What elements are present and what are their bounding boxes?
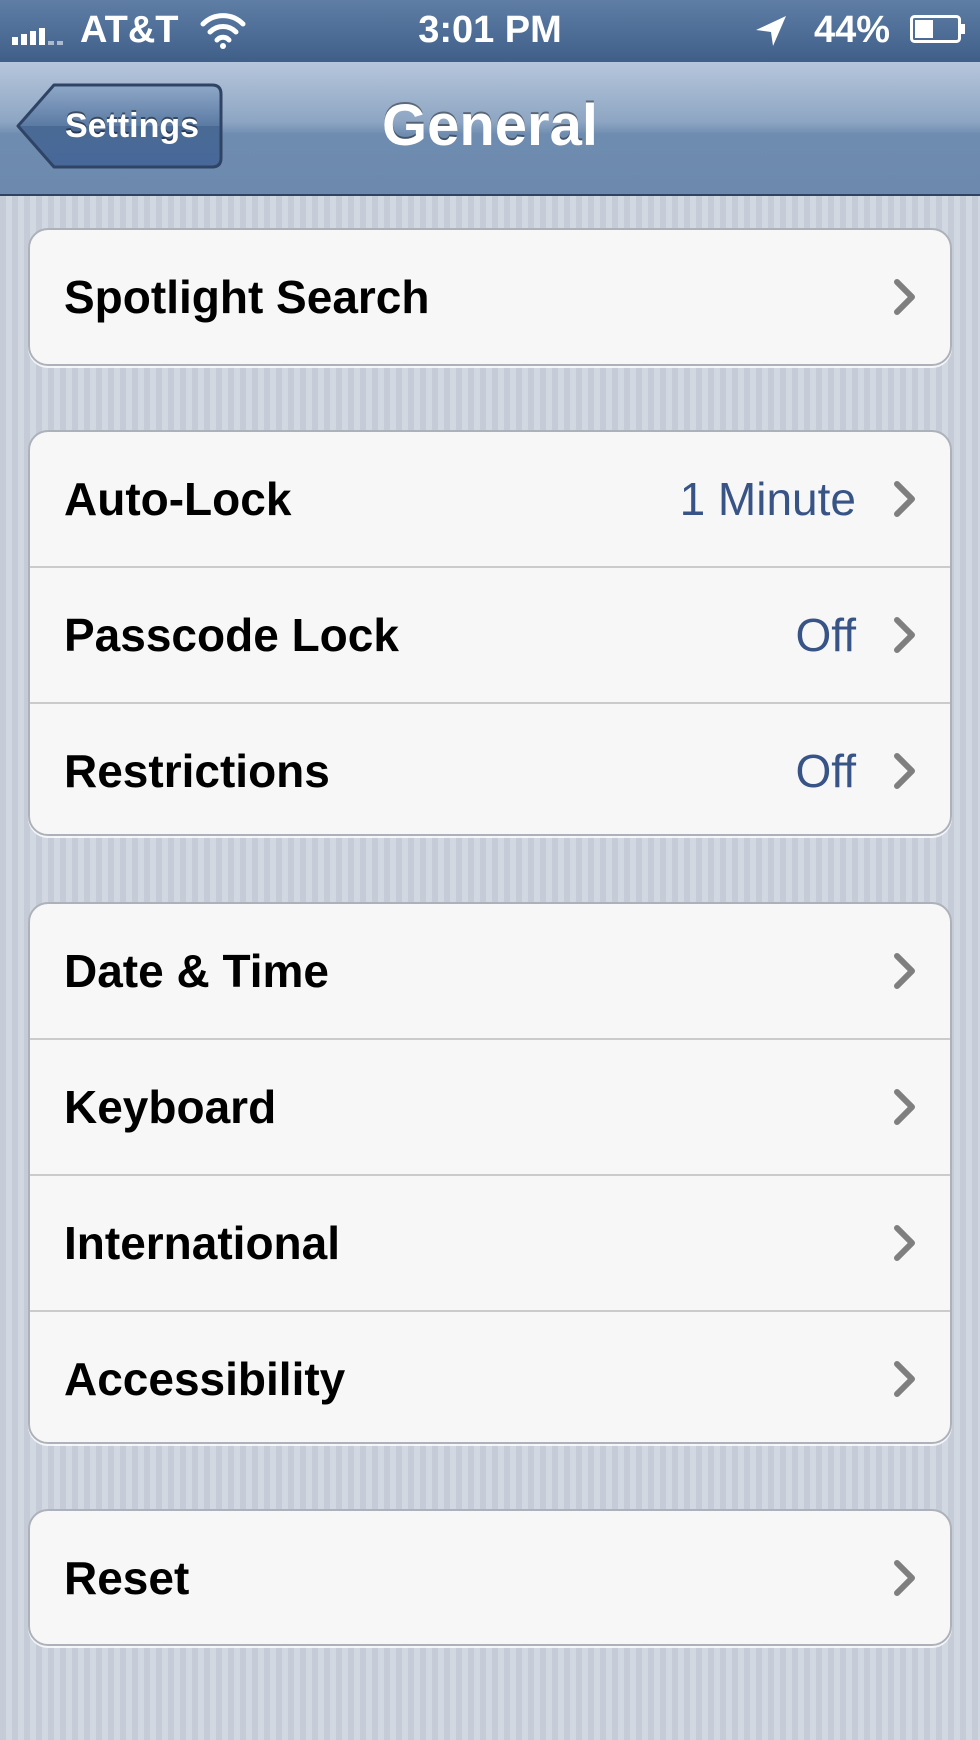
- row-international[interactable]: International: [30, 1176, 950, 1312]
- row-label: International: [64, 1217, 341, 1269]
- row-keyboard[interactable]: Keyboard: [30, 1040, 950, 1176]
- settings-group-search: Spotlight Search: [28, 228, 952, 366]
- chevron-right-icon: [894, 1361, 915, 1397]
- status-bar: AT&T 3:01 PM 44%: [0, 0, 980, 62]
- row-label: Keyboard: [64, 1081, 277, 1133]
- row-value: Off: [795, 745, 856, 797]
- chevron-right-icon: [894, 1089, 915, 1125]
- location-arrow-icon: [756, 16, 786, 46]
- row-auto-lock[interactable]: Auto-Lock 1 Minute: [30, 432, 950, 568]
- row-accessibility[interactable]: Accessibility: [30, 1312, 950, 1442]
- battery-percent: 44%: [814, 9, 891, 51]
- row-restrictions[interactable]: Restrictions Off: [30, 704, 950, 834]
- row-date-time[interactable]: Date & Time: [30, 904, 950, 1040]
- row-label: Restrictions: [64, 745, 330, 797]
- page-title: General: [382, 93, 598, 158]
- chevron-right-icon: [894, 953, 915, 989]
- back-button[interactable]: Settings: [16, 82, 224, 170]
- row-label: Accessibility: [64, 1353, 346, 1405]
- row-value: Off: [795, 609, 856, 661]
- chevron-right-icon: [894, 481, 915, 517]
- back-button-label: Settings: [64, 107, 200, 145]
- row-value: 1 Minute: [679, 473, 856, 525]
- chevron-right-icon: [894, 753, 915, 789]
- row-label: Reset: [64, 1552, 190, 1604]
- row-label: Date & Time: [64, 945, 330, 997]
- settings-group-locale: Date & Time Keyboard International Acces…: [28, 902, 952, 1444]
- row-label: Passcode Lock: [64, 609, 399, 661]
- chevron-right-icon: [894, 617, 915, 653]
- row-spotlight-search[interactable]: Spotlight Search: [30, 230, 950, 364]
- row-label: Auto-Lock: [64, 473, 292, 525]
- chevron-right-icon: [894, 279, 915, 315]
- settings-group-reset: Reset: [28, 1509, 952, 1646]
- battery-icon: [910, 15, 965, 43]
- settings-group-security: Auto-Lock 1 Minute Passcode Lock Off Res…: [28, 430, 952, 836]
- navigation-bar: Settings General: [0, 62, 980, 196]
- row-passcode-lock[interactable]: Passcode Lock Off: [30, 568, 950, 704]
- chevron-right-icon: [894, 1560, 915, 1596]
- row-reset[interactable]: Reset: [30, 1511, 950, 1644]
- row-label: Spotlight Search: [64, 271, 430, 323]
- chevron-right-icon: [894, 1225, 915, 1261]
